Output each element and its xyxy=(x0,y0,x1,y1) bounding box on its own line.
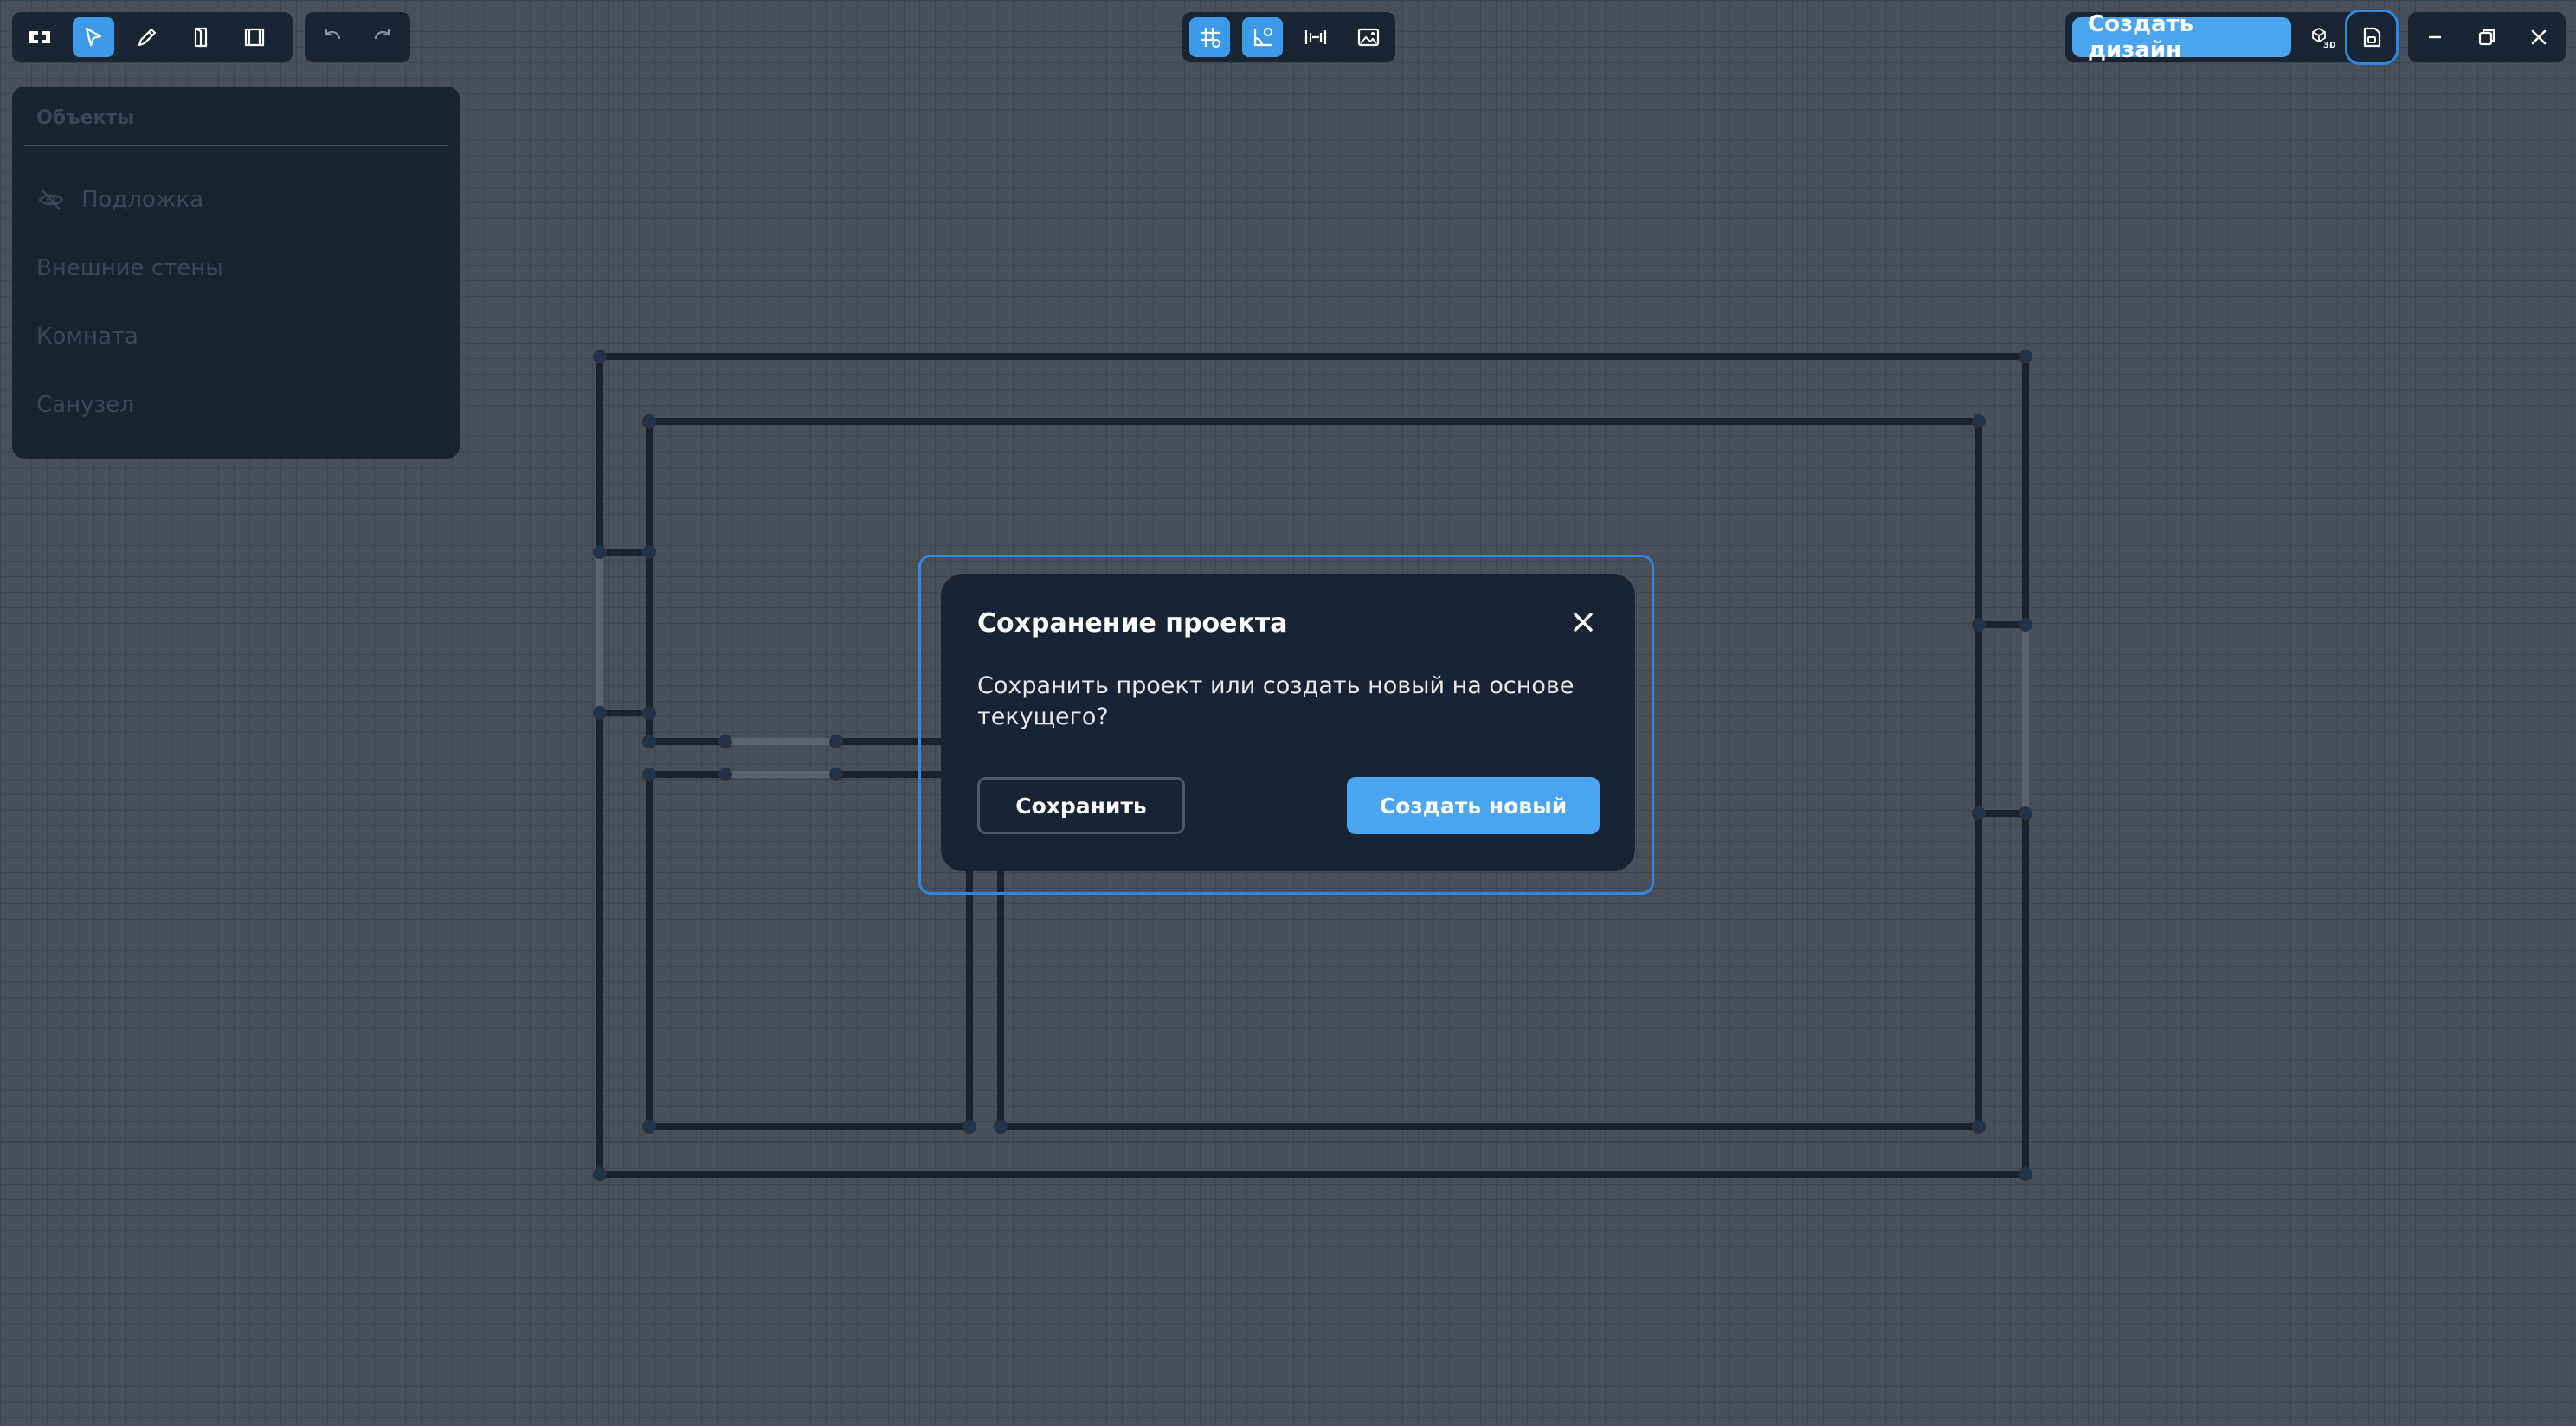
floorplan-tool-button[interactable] xyxy=(19,17,61,57)
redo-button[interactable] xyxy=(364,17,403,57)
wall-node xyxy=(642,706,656,720)
wall-node xyxy=(593,706,607,720)
pencil-icon xyxy=(138,28,157,47)
wall-node xyxy=(2019,806,2032,820)
restore-icon xyxy=(2478,29,2496,46)
objects-panel: Объекты Подложка Внешние стены Комната С… xyxy=(12,87,460,459)
create-design-button[interactable]: Создать дизайн xyxy=(2072,11,2291,63)
history-toolbar xyxy=(305,12,410,62)
restore-button[interactable] xyxy=(2467,17,2507,57)
undo-button[interactable] xyxy=(312,17,351,57)
3d-view-button[interactable]: 3D xyxy=(2303,17,2341,57)
snap-toolbar xyxy=(1182,12,1395,62)
wall-node xyxy=(718,768,732,781)
image-icon xyxy=(1357,28,1379,47)
minimize-icon xyxy=(2429,35,2441,39)
wall-node xyxy=(829,735,843,748)
door-icon xyxy=(194,27,208,48)
dimensions-icon xyxy=(1304,30,1326,44)
svg-text:3D: 3D xyxy=(2323,41,2335,50)
save-project-dialog: Сохранение проекта Сохранить проект или … xyxy=(941,574,1635,871)
objects-item-label: Подложка xyxy=(81,186,204,213)
select-tool-button[interactable] xyxy=(73,17,114,57)
angle-snap-icon xyxy=(1253,28,1272,47)
wall-node xyxy=(642,545,656,559)
objects-item-label: Санузел xyxy=(36,391,134,418)
save-project-button[interactable] xyxy=(2345,10,2399,65)
wall-node xyxy=(593,545,607,559)
dimensions-button[interactable] xyxy=(1295,17,1336,57)
close-icon xyxy=(1574,613,1593,632)
wall-node xyxy=(1972,414,1986,428)
wall-node xyxy=(2019,618,2032,632)
wall-node xyxy=(593,1167,607,1181)
panel-divider xyxy=(24,145,448,146)
room-wall xyxy=(997,862,1982,1130)
tools-toolbar xyxy=(12,12,293,62)
project-toolbar: Создать дизайн 3D xyxy=(2065,10,2399,65)
door-tool-button[interactable] xyxy=(180,17,222,57)
grid-snap-button[interactable] xyxy=(1189,17,1230,57)
objects-item-bathroom[interactable]: Санузел xyxy=(24,370,448,439)
minimize-button[interactable] xyxy=(2415,17,2455,57)
save-button[interactable]: Сохранить xyxy=(977,777,1185,834)
background-image-button[interactable] xyxy=(1348,17,1388,57)
objects-panel-title: Объекты xyxy=(36,107,135,129)
wall-node xyxy=(2019,350,2032,363)
wall-node xyxy=(1972,618,1986,632)
window-tool-button[interactable] xyxy=(234,17,275,57)
grid-snap-icon xyxy=(1200,28,1220,48)
create-new-button[interactable]: Создать новый xyxy=(1347,777,1600,834)
3d-view-icon: 3D xyxy=(2311,27,2335,50)
wall-node xyxy=(994,1120,1008,1134)
wall-node xyxy=(642,735,656,748)
wall-node xyxy=(829,768,843,781)
undo-icon xyxy=(325,29,341,40)
angle-snap-button[interactable] xyxy=(1242,17,1283,57)
draw-wall-tool-button[interactable] xyxy=(126,17,168,57)
dialog-message: Сохранить проект или создать новый на ос… xyxy=(977,672,1575,730)
door-opening xyxy=(725,738,836,778)
close-window-button[interactable] xyxy=(2519,17,2559,57)
floorplan-icon xyxy=(29,31,50,43)
pointer-icon xyxy=(85,27,102,47)
save-icon xyxy=(2364,27,2381,48)
wall-node xyxy=(593,350,607,363)
dialog-title: Сохранение проекта xyxy=(977,608,1288,639)
objects-item-room[interactable]: Комната xyxy=(24,302,448,370)
redo-icon xyxy=(374,29,390,40)
objects-item-label: Комната xyxy=(36,323,138,350)
eye-off-icon[interactable] xyxy=(36,185,66,215)
objects-item-label: Внешние стены xyxy=(36,254,223,281)
window-icon xyxy=(244,28,265,47)
wall-node xyxy=(642,414,656,428)
wall-node xyxy=(2019,1167,2032,1181)
wall-node xyxy=(718,735,732,748)
close-icon xyxy=(2531,29,2547,45)
wall-node xyxy=(642,768,656,781)
dialog-close-button[interactable] xyxy=(1568,607,1599,638)
wall-node xyxy=(1972,1120,1986,1134)
window-controls xyxy=(2408,12,2566,62)
objects-item-underlay[interactable]: Подложка xyxy=(24,165,448,234)
wall-node xyxy=(642,1120,656,1134)
objects-item-outer-walls[interactable]: Внешние стены xyxy=(24,234,448,302)
window-frame-right xyxy=(1979,621,2025,817)
wall-node xyxy=(963,1120,976,1134)
window-frame-left xyxy=(600,549,649,716)
wall-node xyxy=(1972,806,1986,820)
